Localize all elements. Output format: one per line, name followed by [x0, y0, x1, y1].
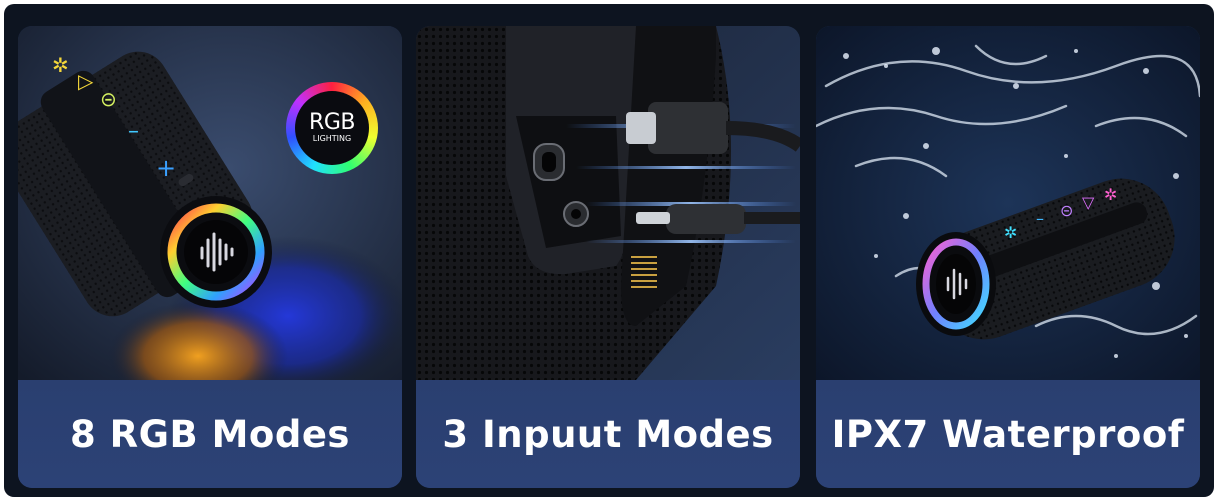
svg-text:–: – — [128, 119, 139, 144]
rgb-speaker-photo: ✲ ▷ ⊝ – + — [18, 26, 402, 380]
caption-area: IPX7 Waterproof — [816, 380, 1200, 488]
waterproof-speaker-photo: ✲ – ⊝ ▽ ✲ — [816, 26, 1200, 380]
input-ports-photo — [416, 26, 800, 380]
feature-card-waterproof: ✲ – ⊝ ▽ ✲ IPX7 Waterproof — [816, 26, 1200, 488]
rgb-lighting-badge: RGB LIGHTING — [286, 82, 378, 174]
feature-caption: 8 RGB Modes — [70, 412, 350, 456]
feature-card-input: 3 Inpuut Modes — [416, 26, 800, 488]
caption-area: 3 Inpuut Modes — [416, 380, 800, 488]
svg-text:✲: ✲ — [1004, 223, 1017, 242]
svg-text:⊝: ⊝ — [100, 87, 117, 111]
caption-area: 8 RGB Modes — [18, 380, 402, 488]
svg-text:▽: ▽ — [1082, 193, 1095, 212]
badge-title: RGB — [309, 110, 355, 135]
svg-text:▷: ▷ — [78, 69, 94, 93]
svg-text:–: – — [1036, 209, 1044, 228]
feature-card-rgb: ✲ ▷ ⊝ – + RGB LIGHTING 8 RGB Modes — [18, 26, 402, 488]
svg-text:✲: ✲ — [52, 53, 69, 77]
feature-caption: 3 Inpuut Modes — [442, 412, 774, 456]
svg-text:+: + — [156, 154, 176, 182]
badge-subtitle: LIGHTING — [312, 134, 352, 143]
feature-caption: IPX7 Waterproof — [831, 412, 1185, 456]
svg-text:✲: ✲ — [1104, 185, 1117, 204]
svg-text:⊝: ⊝ — [1060, 201, 1073, 220]
feature-banner: ✲ ▷ ⊝ – + RGB LIGHTING 8 RGB Modes 3 Inp… — [4, 4, 1214, 497]
